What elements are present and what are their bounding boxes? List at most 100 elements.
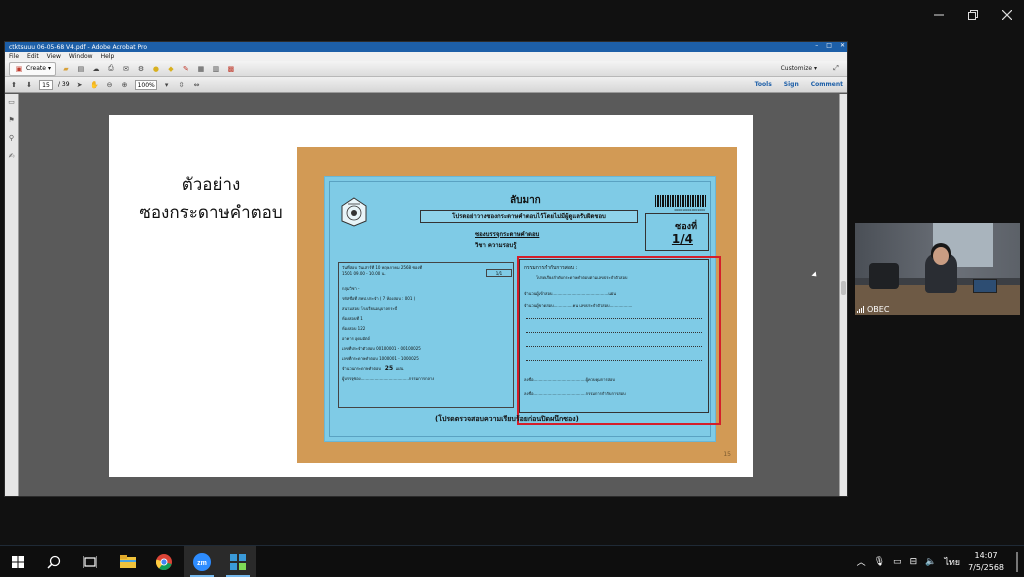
- notifications-icon[interactable]: [1016, 551, 1018, 572]
- cloud-icon[interactable]: ☁: [91, 64, 101, 74]
- zoom-level-input[interactable]: 100%: [134, 79, 157, 90]
- acrobat-menu-bar: File Edit View Window Help: [5, 52, 847, 61]
- protect-icon[interactable]: ▩: [226, 64, 236, 74]
- customize-label: Customize: [780, 65, 813, 72]
- hand-tool-icon[interactable]: ✋: [90, 80, 100, 90]
- menu-view[interactable]: View: [47, 53, 61, 60]
- slide-heading: ตัวอย่าง ซองกระดาษคำตอบ: [123, 171, 299, 227]
- create-icon: ▣: [15, 64, 23, 73]
- task-view-icon: [83, 555, 97, 568]
- page-total: / 39: [58, 81, 70, 88]
- menu-window[interactable]: Window: [69, 53, 93, 60]
- acrobat-minimize-icon[interactable]: –: [815, 42, 818, 49]
- envelope-number-label: ซองที่: [675, 222, 697, 232]
- answer-count-value: 25: [384, 365, 394, 372]
- acrobat-close-icon[interactable]: ✕: [840, 42, 845, 49]
- network-icon[interactable]: ⊟: [910, 557, 918, 567]
- minimize-icon: [934, 14, 944, 16]
- menu-help[interactable]: Help: [101, 53, 115, 60]
- page-thumbnails-icon[interactable]: ▭: [8, 98, 16, 106]
- confidential-stamp: ลับมาก: [510, 195, 541, 206]
- document-area: ▭ ⚑ ⚲ ✍ ตัวอย่าง ซองกระดาษคำตอบ 00001000…: [5, 94, 847, 496]
- create-label: Create: [26, 65, 46, 72]
- fit-width-icon[interactable]: ⇔: [192, 80, 202, 90]
- start-button[interactable]: [0, 546, 36, 577]
- zoom-app-button[interactable]: zm: [184, 546, 220, 577]
- clock-date: 7/5/2568: [968, 562, 1004, 572]
- acrobat-title-bar: ctktsuuu 06-05-68 V4.pdf - Adobe Acrobat…: [5, 42, 847, 52]
- fit-page-icon[interactable]: ⇳: [177, 80, 187, 90]
- envelope-number-value: 1/4: [671, 232, 693, 246]
- next-page-icon[interactable]: ⬇: [24, 80, 34, 90]
- scrollbar-thumb[interactable]: [841, 281, 846, 295]
- signatures-icon[interactable]: ✍: [8, 152, 16, 160]
- page-number-input[interactable]: 15: [39, 79, 53, 90]
- restore-button[interactable]: [956, 0, 990, 30]
- answer-count-label: จำนวนกระดาษคำตอบ: [342, 366, 381, 371]
- slide-page-number: 15: [723, 451, 731, 458]
- email-icon[interactable]: ✉: [121, 64, 131, 74]
- show-hidden-icons-icon[interactable]: ︿: [857, 555, 866, 568]
- highlight-icon[interactable]: ◆: [166, 64, 176, 74]
- pdf-slide-page: ตัวอย่าง ซองกระดาษคำตอบ 0000100010001000…: [109, 115, 753, 477]
- create-button[interactable]: ▣ Create ▾: [9, 61, 56, 76]
- prev-page-icon[interactable]: ⬆: [9, 80, 19, 90]
- close-icon: [1002, 10, 1012, 20]
- acrobat-pane-links: Tools Sign Comment: [755, 81, 843, 88]
- tools-link[interactable]: Tools: [755, 81, 772, 88]
- battery-icon[interactable]: ▭: [893, 557, 902, 567]
- windows-taskbar: zm ︿ 🎙 ▭ ⊟ 🔈 ไทย 14:07 7/5/2568: [0, 545, 1024, 577]
- system-tray: ︿ 🎙 ▭ ⊟ 🔈 ไทย 14:07 7/5/2568: [857, 546, 1018, 577]
- chrome-icon: [156, 553, 172, 570]
- zoom-in-icon[interactable]: ⊕: [120, 80, 130, 90]
- comment-link[interactable]: Comment: [811, 81, 843, 88]
- select-tool-icon[interactable]: ➤: [75, 80, 85, 90]
- close-button[interactable]: [990, 0, 1024, 30]
- zoom-window-controls: [922, 0, 1024, 32]
- grid-app-icon: [230, 553, 246, 570]
- zoom-dropdown-icon[interactable]: ▾: [162, 80, 172, 90]
- video-person-head: [933, 247, 949, 265]
- expand-icon[interactable]: ⤢: [831, 64, 841, 74]
- barcode: [655, 195, 707, 207]
- print-icon[interactable]: ⎙: [106, 64, 116, 74]
- save-icon[interactable]: ▤: [76, 64, 86, 74]
- attachments-icon[interactable]: ⚲: [8, 134, 16, 142]
- participant-video-tile[interactable]: OBEC: [855, 223, 1020, 315]
- signal-strength-icon: [857, 306, 864, 313]
- open-folder-icon[interactable]: ▰: [61, 64, 71, 74]
- microphone-icon[interactable]: 🎙: [874, 557, 885, 567]
- vertical-scrollbar[interactable]: [839, 94, 847, 496]
- chrome-button[interactable]: [146, 546, 182, 577]
- red-highlight-box: [517, 256, 721, 425]
- comment-icon[interactable]: ●: [151, 64, 161, 74]
- participant-label: OBEC: [857, 305, 889, 314]
- folder-icon: [120, 555, 136, 568]
- svg-text:zm: zm: [197, 560, 207, 567]
- acrobat-maximize-icon[interactable]: □: [826, 42, 832, 49]
- info-row: สนามสอบ โรงเรียนอนุบาลกระบี่: [342, 306, 398, 311]
- clock-time: 14:07: [974, 550, 998, 560]
- seal-emblem-icon: [341, 197, 367, 227]
- info-row: ห้องสอบที่ 1: [342, 316, 363, 321]
- customize-dropdown[interactable]: Customize ▾: [781, 65, 817, 72]
- clock[interactable]: 14:07 7/5/2568: [968, 550, 1004, 574]
- export-icon[interactable]: ▦: [196, 64, 206, 74]
- language-indicator[interactable]: ไทย: [944, 555, 960, 569]
- sign-link[interactable]: Sign: [784, 81, 799, 88]
- menu-edit[interactable]: Edit: [27, 53, 39, 60]
- volume-icon[interactable]: 🔈: [925, 557, 936, 567]
- file-explorer-button[interactable]: [110, 546, 146, 577]
- chevron-down-icon: ▾: [47, 65, 51, 72]
- combine-icon[interactable]: ▥: [211, 64, 221, 74]
- minimize-button[interactable]: [922, 0, 956, 30]
- zoom-out-icon[interactable]: ⊖: [105, 80, 115, 90]
- meeting-app-button[interactable]: [220, 546, 256, 577]
- menu-file[interactable]: File: [9, 53, 19, 60]
- task-view-button[interactable]: [72, 546, 108, 577]
- sign-icon[interactable]: ✎: [181, 64, 191, 74]
- settings-icon[interactable]: ⚙: [136, 64, 146, 74]
- bookmarks-icon[interactable]: ⚑: [8, 116, 16, 124]
- exam-info-rows: กลุ่มวิชา - รหัสชื่อที่ สพป.ประจำ ( 7 ห้…: [342, 287, 510, 387]
- search-button[interactable]: [36, 546, 72, 577]
